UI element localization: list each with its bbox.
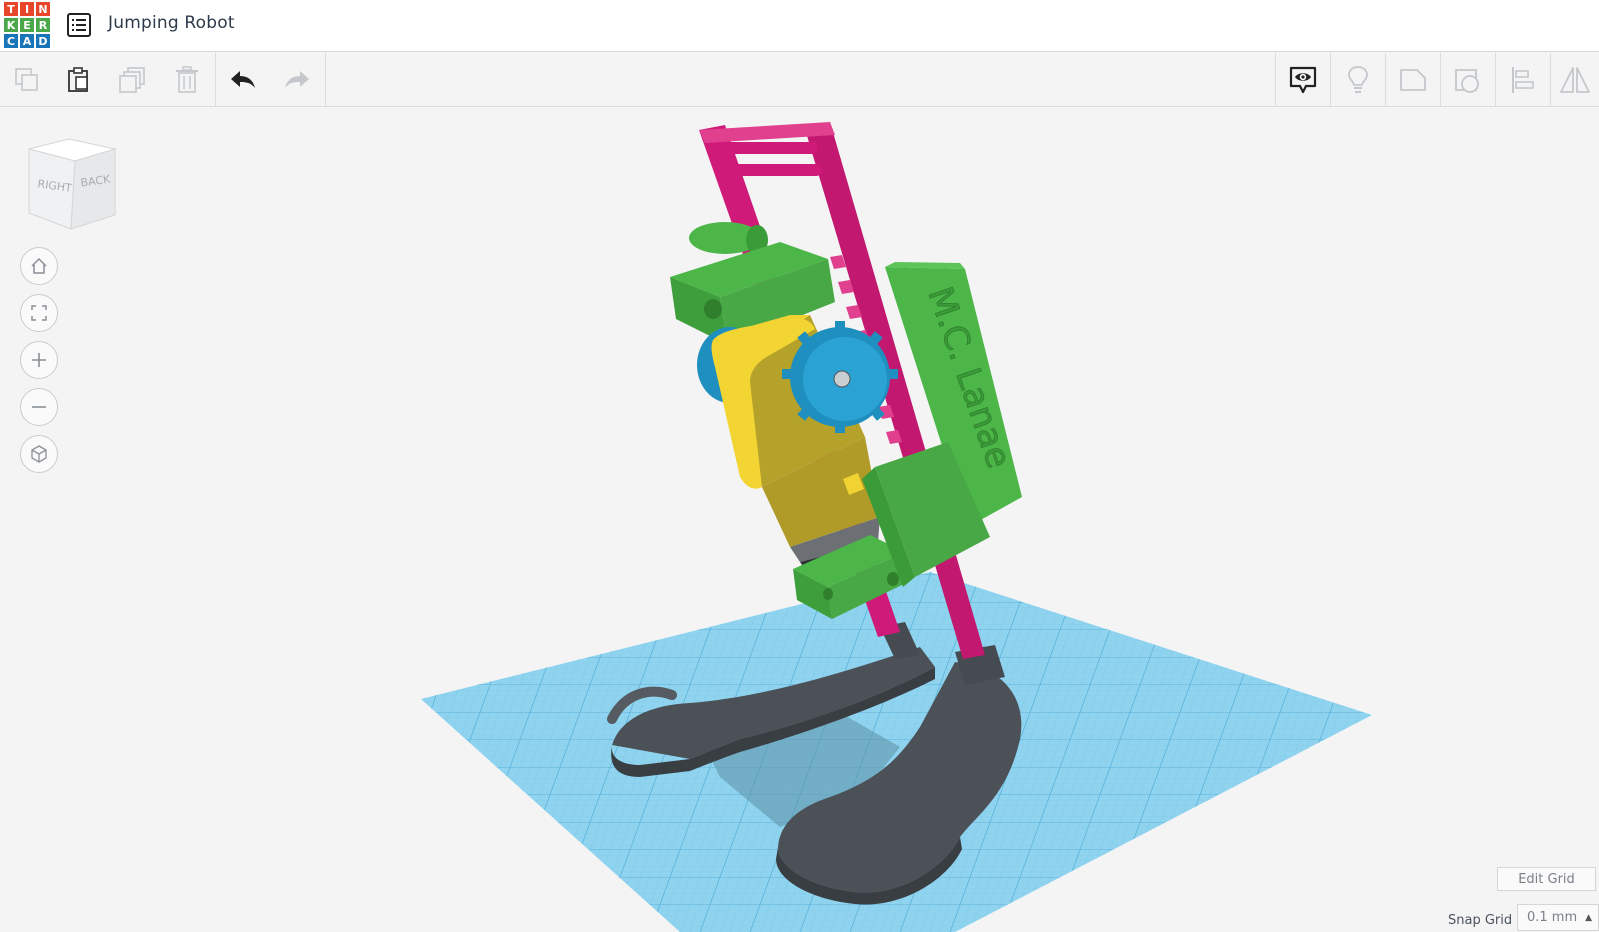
ruler-shape-button[interactable] xyxy=(1441,53,1495,106)
logo-letter: A xyxy=(19,33,35,49)
redo-button[interactable] xyxy=(270,53,324,106)
delete-icon xyxy=(176,65,198,93)
edit-grid-button[interactable]: Edit Grid xyxy=(1497,867,1596,891)
ortho-perspective-button[interactable] xyxy=(20,435,58,473)
logo-letter: T xyxy=(3,1,19,17)
battery-case[interactable]: M.C. Lanae xyxy=(862,262,1022,587)
zoom-out-button[interactable] xyxy=(20,388,58,426)
design-list-button[interactable] xyxy=(66,12,92,38)
logo-letter: E xyxy=(19,17,35,33)
design-title[interactable]: Jumping Robot xyxy=(108,13,235,33)
view-cube[interactable]: RIGHT BACK xyxy=(25,137,120,232)
top-bar: T I N K E R C A D Jumping Robot xyxy=(0,0,1599,52)
home-view-icon xyxy=(31,257,47,274)
snap-grid-value: 0.1 mm xyxy=(1527,910,1578,925)
3d-viewport[interactable]: M.C. Lanae RIGHT BACK Edit Grid Snap Gri… xyxy=(0,107,1599,932)
notes-visibility-icon xyxy=(1289,66,1317,93)
logo-letter: R xyxy=(35,17,51,33)
paste-icon xyxy=(68,66,88,92)
fit-view-button[interactable] xyxy=(20,294,58,332)
logo-letter: C xyxy=(3,33,19,49)
notes-visibility-button[interactable] xyxy=(1276,53,1330,106)
paste-button[interactable] xyxy=(52,53,106,106)
fit-view-icon xyxy=(31,305,47,321)
ortho-perspective-icon xyxy=(31,445,47,463)
mirror-icon xyxy=(1560,66,1590,93)
copy-icon xyxy=(15,67,38,91)
zoom-out-icon xyxy=(32,406,46,408)
undo-icon xyxy=(231,70,255,88)
duplicate-button[interactable] xyxy=(106,53,160,106)
logo-letter: N xyxy=(35,1,51,17)
light-bulb-button[interactable] xyxy=(1331,53,1385,106)
delete-button[interactable] xyxy=(160,53,214,106)
light-bulb-icon xyxy=(1348,65,1368,93)
snap-grid-label: Snap Grid xyxy=(1448,913,1513,928)
toolbar-divider xyxy=(325,53,326,106)
mirror-button[interactable] xyxy=(1551,53,1599,106)
undo-button[interactable] xyxy=(216,53,270,106)
shape-note-button[interactable] xyxy=(1386,53,1440,106)
logo-letter: I xyxy=(19,1,35,17)
design-scene: M.C. Lanae xyxy=(421,122,1372,932)
align-button[interactable] xyxy=(1496,53,1550,106)
tinkercad-logo[interactable]: T I N K E R C A D xyxy=(3,1,51,49)
home-view-button[interactable] xyxy=(20,247,58,285)
ruler-shape-icon xyxy=(1455,68,1479,93)
snap-grid-select[interactable]: 0.1 mm ▲ xyxy=(1517,904,1599,931)
align-icon xyxy=(1512,66,1534,93)
list-icon xyxy=(67,13,91,37)
shape-note-icon xyxy=(1400,68,1426,91)
logo-letter: D xyxy=(35,33,51,49)
logo-letter: K xyxy=(3,17,19,33)
copy-button[interactable] xyxy=(0,53,54,106)
zoom-in-button[interactable] xyxy=(20,341,58,379)
duplicate-icon xyxy=(119,66,145,93)
edit-toolbar xyxy=(0,53,1599,107)
caret-up-icon: ▲ xyxy=(1585,912,1593,923)
redo-icon xyxy=(285,70,309,88)
zoom-in-icon xyxy=(32,353,46,367)
